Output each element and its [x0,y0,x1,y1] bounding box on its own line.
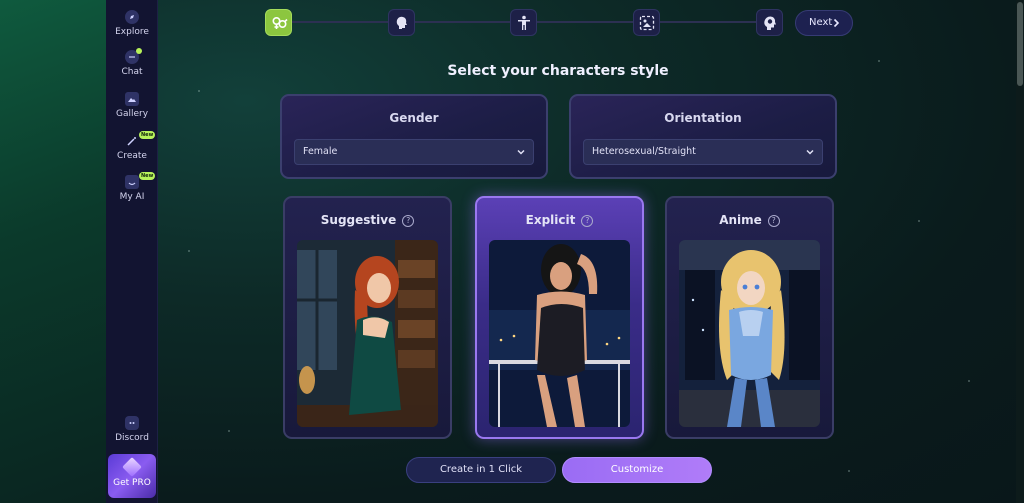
help-icon[interactable]: ? [767,215,780,227]
chevron-down-icon [517,149,525,155]
style-card-explicit[interactable]: Explicit? [475,196,644,439]
style-title-text: Explicit [525,213,576,227]
style-card-anime[interactable]: Anime? [665,196,834,439]
step-personality[interactable] [756,9,783,36]
step-face[interactable] [388,9,415,36]
gender-symbols-icon [272,16,288,29]
heart-face-icon [125,175,139,189]
get-pro-button[interactable]: Get PRO [108,454,156,498]
gender-label: Gender [389,111,439,125]
style-preview-image [679,240,820,427]
scrollbar-thumb[interactable] [1017,2,1023,86]
style-preview-image [297,240,438,427]
notification-dot [136,48,142,54]
new-badge: New [139,131,156,139]
head-profile-icon [396,16,407,29]
body-figure-icon [518,15,530,30]
chat-bubble-icon [125,48,142,64]
sidebar: Explore Chat Gallery New Create New My A… [106,0,158,503]
gem-icon [122,457,142,477]
gender-select[interactable]: Female [294,139,534,165]
next-button[interactable]: Next [795,10,853,36]
new-badge: New [139,172,156,180]
sidebar-item-gallery[interactable]: Gallery [106,92,158,119]
left-background [0,0,106,503]
style-title: Explicit? [477,213,642,227]
step-scene[interactable] [633,9,660,36]
sidebar-item-label: Explore [115,27,149,37]
style-title-text: Anime [719,213,762,227]
create-in-one-click-button[interactable]: Create in 1 Click [406,457,556,483]
sidebar-item-my-ai[interactable]: New My AI [106,172,158,202]
scene-frame-icon [639,15,655,31]
image-icon [125,92,139,106]
chevron-down-icon [806,149,814,155]
sidebar-item-label: My AI [119,192,145,202]
step-connector [660,21,756,23]
help-icon[interactable]: ? [581,215,594,227]
customize-button[interactable]: Customize [562,457,712,483]
sidebar-item-label: Gallery [115,109,149,119]
sidebar-item-explore[interactable]: Explore [106,10,158,37]
sidebar-item-create[interactable]: New Create [106,131,158,161]
orientation-card: Orientation Heterosexual/Straight [569,94,837,179]
orientation-value: Heterosexual/Straight [592,146,696,157]
style-card-suggestive[interactable]: Suggestive? [283,196,452,439]
next-label: Next [809,17,833,28]
chevron-right-icon [833,18,840,28]
step-connector [292,21,388,23]
help-icon[interactable]: ? [402,215,415,227]
orientation-select[interactable]: Heterosexual/Straight [583,139,823,165]
page-title: Select your characters style [447,63,669,79]
sidebar-item-label: Chat [121,67,143,77]
magic-wand-icon [125,134,139,148]
step-body[interactable] [510,9,537,36]
style-title: Anime? [667,213,832,227]
sidebar-item-chat[interactable]: Chat [106,48,158,77]
style-title: Suggestive? [285,213,450,227]
style-title-text: Suggestive [320,213,397,227]
get-pro-label: Get PRO [113,478,151,488]
gender-card: Gender Female [280,94,548,179]
sidebar-item-label: Discord [115,433,149,443]
scrollbar[interactable] [1016,0,1024,503]
brain-head-icon [764,16,776,30]
step-connector [414,21,510,23]
step-gender[interactable] [265,9,292,36]
gender-value: Female [303,146,338,157]
discord-icon [125,416,139,430]
orientation-label: Orientation [664,111,742,125]
sidebar-item-discord[interactable]: Discord [106,416,158,443]
step-connector [537,21,633,23]
style-preview-image [489,240,630,427]
sidebar-item-label: Create [117,151,147,161]
compass-icon [125,10,139,24]
